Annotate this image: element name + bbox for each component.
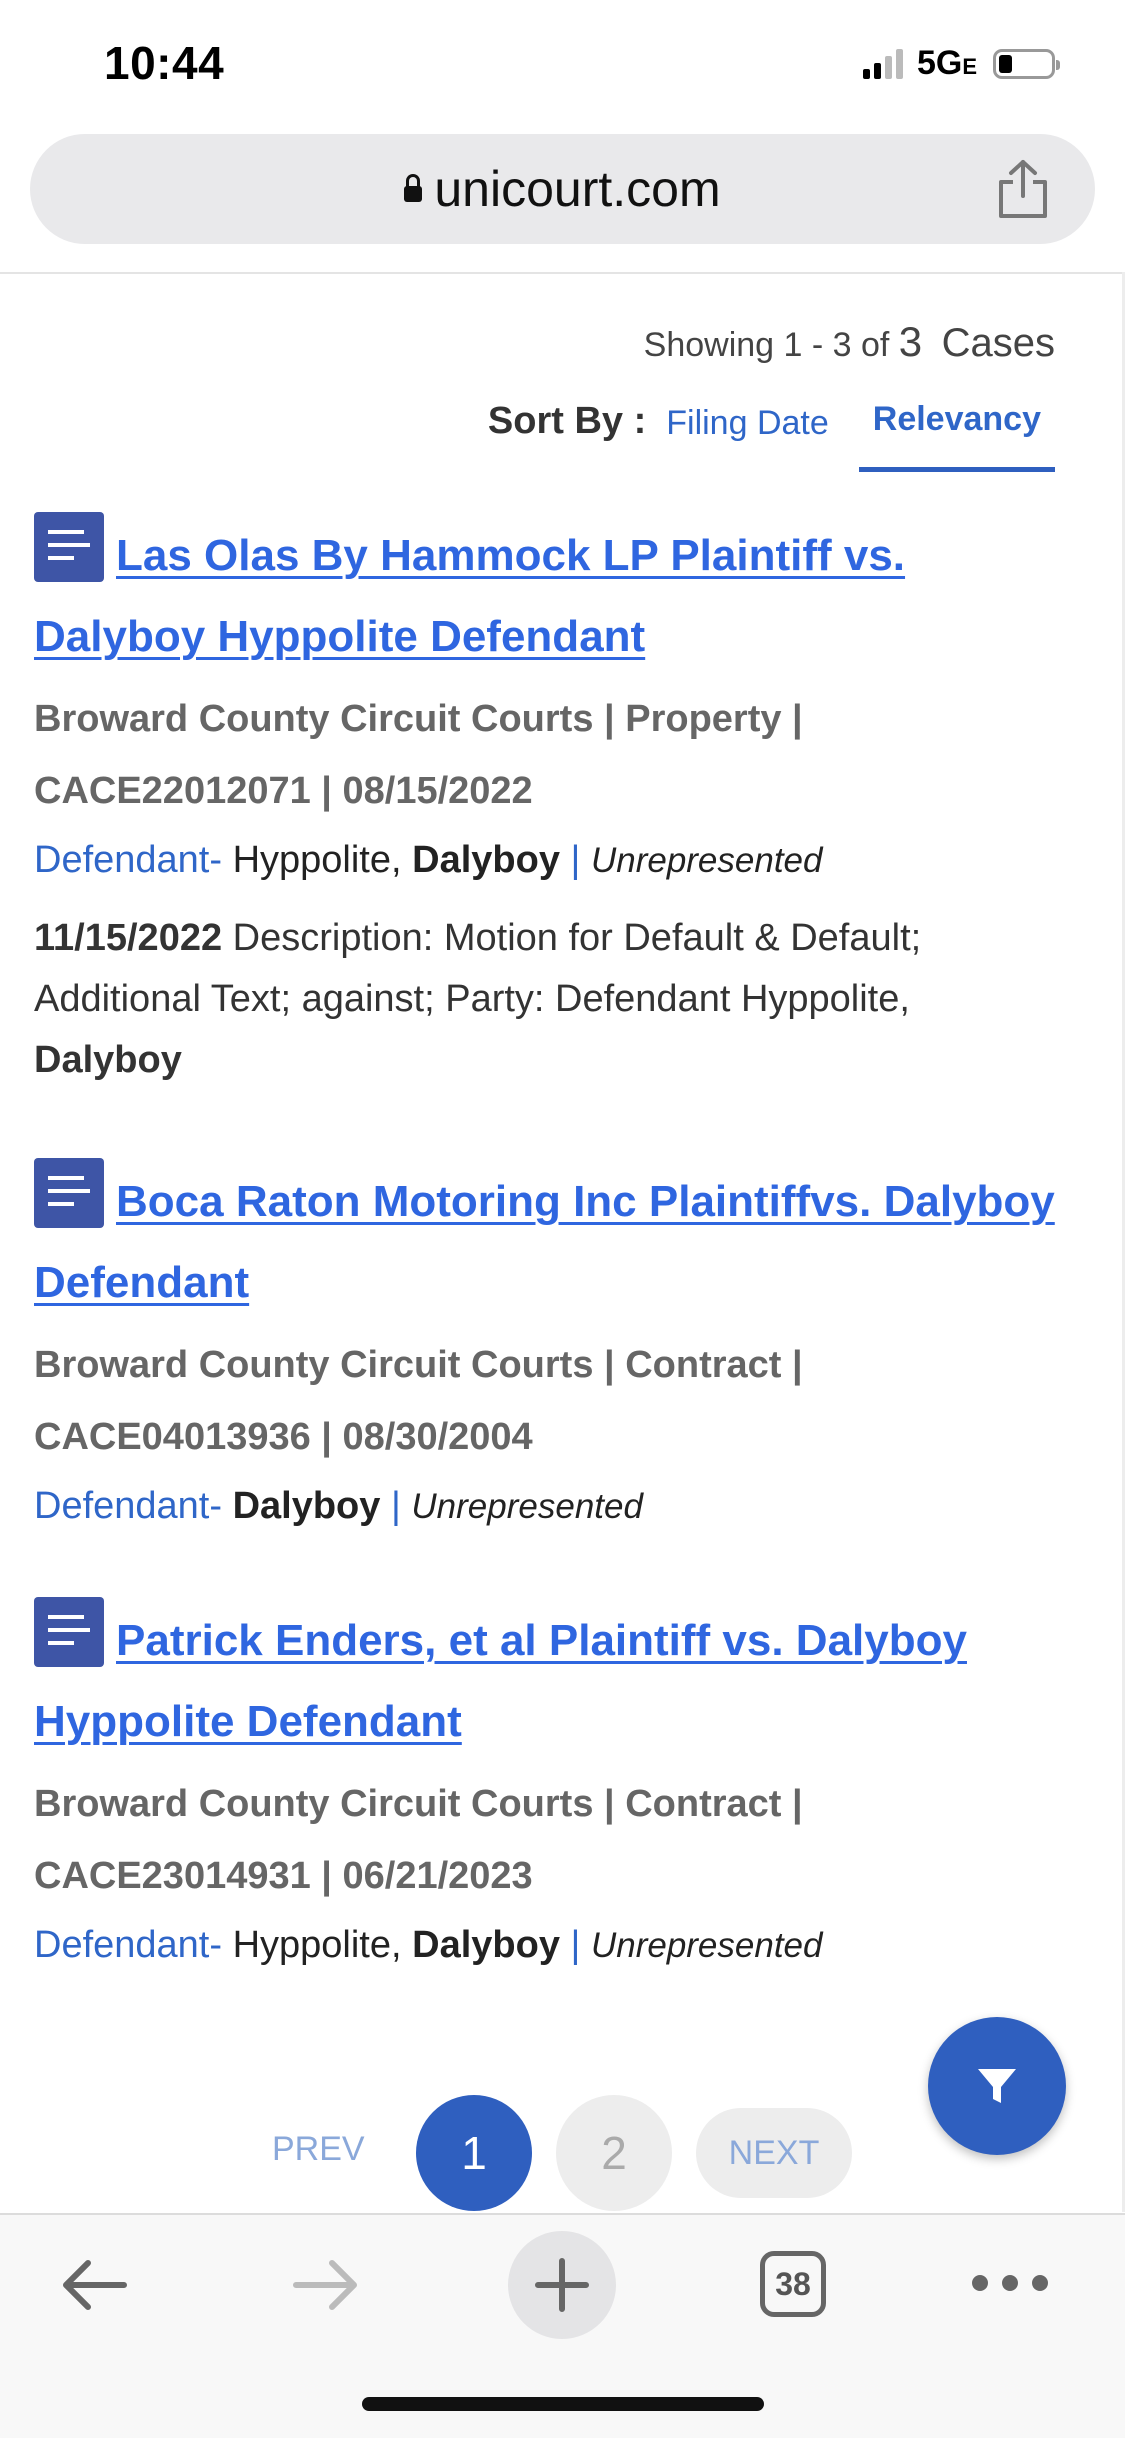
case-party: Defendant- Hyppolite, Dalyboy | Unrepres…	[34, 839, 823, 881]
pagination-next[interactable]: NEXT	[696, 2108, 852, 2198]
case-title-link[interactable]: Patrick Enders, et al Plaintiff vs. Daly…	[34, 1616, 967, 1746]
case-card: Boca Raton Motoring Inc Plaintiffvs. Dal…	[34, 1158, 1074, 1540]
new-tab-button[interactable]	[508, 2231, 616, 2339]
plus-icon	[535, 2258, 589, 2312]
case-party: Defendant- Hyppolite, Dalyboy | Unrepres…	[34, 1924, 823, 1966]
case-card: Patrick Enders, et al Plaintiff vs. Daly…	[34, 1597, 1074, 1979]
sort-label: Sort By :	[487, 400, 647, 442]
lock-icon	[404, 174, 423, 202]
results-total: 3	[898, 318, 923, 365]
filter-button[interactable]	[928, 2017, 1066, 2155]
docket-entry: 11/15/2022 Description: Motion for Defau…	[34, 917, 922, 1081]
document-icon	[34, 512, 104, 582]
status-indicators: 5GE	[862, 44, 1060, 83]
more-icon[interactable]	[972, 2275, 1048, 2291]
pagination-page-1[interactable]: 1	[416, 2095, 532, 2211]
signal-icon	[862, 48, 903, 79]
case-meta: Broward County Circuit Courts | Contract…	[34, 1344, 803, 1458]
sort-option-relevancy[interactable]: Relevancy	[858, 400, 1055, 472]
battery-icon	[993, 48, 1060, 79]
home-indicator	[362, 2397, 764, 2411]
back-arrow-icon[interactable]	[58, 2255, 130, 2315]
browser-toolbar: 38	[0, 2213, 1125, 2438]
url-display[interactable]: unicourt.com	[30, 160, 1095, 218]
status-time: 10:44	[104, 37, 225, 89]
results-prefix: Showing 1 - 3 of	[643, 326, 890, 364]
case-title-link[interactable]: Las Olas By Hammock LP Plaintiff vs. Daly…	[34, 531, 905, 661]
pagination-page-2[interactable]: 2	[556, 2095, 672, 2211]
case-meta: Broward County Circuit Courts | Contract…	[34, 1783, 803, 1897]
header-divider	[0, 272, 1125, 274]
network-type: 5GE	[916, 44, 977, 82]
document-icon	[34, 1597, 104, 1667]
pagination-prev[interactable]: PREV	[272, 2130, 365, 2169]
case-meta: Broward County Circuit Courts | Property…	[34, 698, 803, 812]
url-text: unicourt.com	[434, 161, 721, 217]
sort-option-filing-date[interactable]: Filing Date	[666, 404, 829, 443]
case-title-link[interactable]: Boca Raton Motoring Inc Plaintiffvs. Dal…	[34, 1177, 1055, 1307]
case-party: Defendant- Dalyboy | Unrepresented	[34, 1485, 643, 1527]
share-icon[interactable]	[995, 158, 1051, 220]
filter-icon	[978, 2069, 1016, 2103]
address-bar[interactable]: unicourt.com	[30, 134, 1095, 244]
sort-bar: Sort By : Filing Date Relevancy	[488, 400, 1055, 472]
case-card: Las Olas By Hammock LP Plaintiff vs. Daly…	[34, 512, 1074, 1091]
results-unit: Cases	[941, 321, 1055, 365]
results-count: Showing 1 - 3 of 3 Cases	[644, 318, 1055, 366]
forward-arrow-icon[interactable]	[290, 2255, 362, 2315]
document-icon	[34, 1158, 104, 1228]
tabs-button[interactable]: 38	[760, 2251, 826, 2317]
status-bar: 10:44 5GE	[0, 0, 1125, 130]
